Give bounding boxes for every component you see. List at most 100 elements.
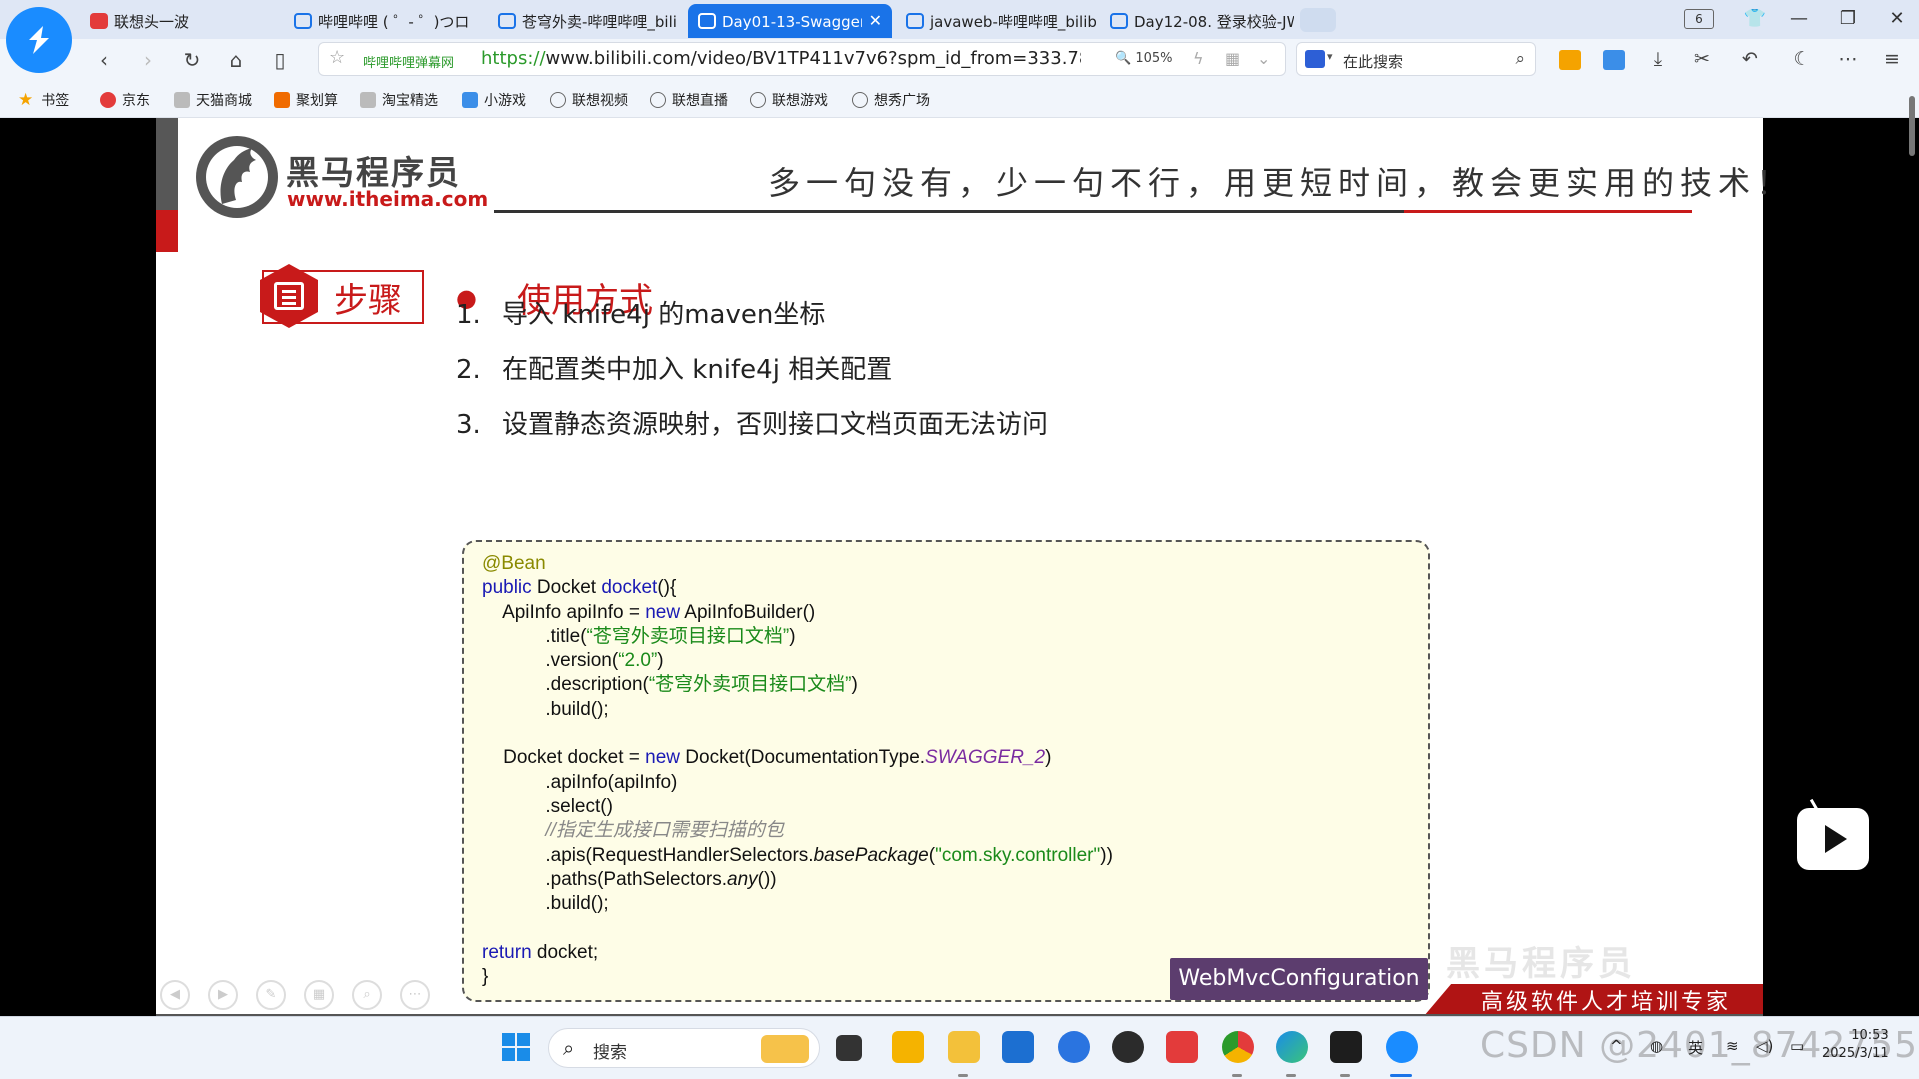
search-icon[interactable]: ⌕ [1515,49,1525,69]
bookmark-games[interactable]: 小游戏 [462,90,526,110]
running-indicator [958,1074,968,1077]
tab-lenovo[interactable]: 联想头一波 [80,4,270,38]
code-keyword: return [482,941,532,963]
code-string: "com.sky.controller" [935,844,1101,866]
code-token: Docket [531,577,602,599]
send-icon[interactable] [1600,45,1628,73]
system-clock[interactable]: 10:53 2025/3/11 [1822,1027,1889,1063]
tab-cangqiong[interactable]: 苍穹外卖-哔哩哔哩_bilibili [488,4,678,38]
prev-slide-icon[interactable]: ◀ [160,980,190,1010]
tab-bilibili-home[interactable]: 哔哩哔哩 ( ゜- ゜)つロ 干杯~ [284,4,474,38]
zoom-icon[interactable]: ⌕ [352,980,382,1010]
chrome-icon[interactable] [1222,1031,1254,1063]
lightning-icon[interactable]: ϟ [1193,49,1204,68]
search-input[interactable]: 在此搜索 [1343,51,1403,72]
wps-icon[interactable] [1166,1031,1198,1063]
url-scheme: https:// [481,48,546,69]
bookmark-label: 书签 [41,93,70,109]
document-icon [274,282,304,310]
restore-button[interactable]: ❐ [1833,6,1863,32]
bookmark-lenovo-video[interactable]: 联想视频 [550,90,628,110]
tray-app-icon[interactable]: ◍ [1650,1037,1663,1055]
night-mode-icon[interactable]: ☾ [1788,45,1816,73]
shirt-skin-icon[interactable]: 👕 [1740,6,1770,32]
wifi-icon[interactable]: ≋ [1726,1037,1739,1055]
ime-indicator[interactable]: 英 [1688,1037,1703,1058]
code-token: ) [657,650,664,672]
pen-icon[interactable]: ✎ [256,980,286,1010]
reader-mode-icon[interactable]: ▯ [266,46,294,74]
next-slide-icon[interactable]: ▶ [208,980,238,1010]
bookmark-label: 淘宝精选 [382,93,438,109]
taskbar-search[interactable]: ⌕ 搜索 [548,1028,820,1068]
qr-code-icon[interactable]: ▦ [1225,49,1240,68]
more-options-icon[interactable]: ⋯ [400,980,430,1010]
penguin-app-icon[interactable] [1112,1031,1144,1063]
step-item-2: 2. 在配置类中加入 knife4j 相关配置 [456,349,892,386]
extension-orange-icon[interactable] [1556,45,1584,73]
browser-tab-bar: 联想头一波 哔哩哔哩 ( ゜- ゜)つロ 干杯~ 苍穹外卖-哔哩哔哩_bilib… [0,0,1919,73]
step-text: 导入 knife4j 的maven坐标 [502,300,826,330]
code-method: docket [601,577,658,599]
task-view-icon[interactable] [836,1035,862,1061]
bookmark-taobao[interactable]: 淘宝精选 [360,90,438,110]
tab-swagger-active[interactable]: Day01-13-Swagger_介绍 ✕ [688,4,892,38]
bookmark-lenovo-games[interactable]: 联想游戏 [750,90,828,110]
bookmark-jd[interactable]: 京东 [100,90,150,110]
slides-grid-icon[interactable]: ▦ [304,980,334,1010]
bookmark-star[interactable]: ★ 书签 [18,90,69,110]
new-tab-button[interactable] [1300,8,1336,32]
more-icon[interactable]: ⋯ [1834,45,1862,73]
tab-day12[interactable]: Day12-08. 登录校验-JWT令 [1100,4,1294,38]
close-tab-icon[interactable]: ✕ [869,11,882,30]
baidu-paw-icon[interactable] [1305,50,1325,68]
bookmark-lenovo-live[interactable]: 联想直播 [650,90,728,110]
file-explorer-icon[interactable] [948,1031,980,1063]
tab-count-badge[interactable]: 6 [1684,9,1714,29]
code-keyword: new [645,601,681,623]
chevron-down-icon[interactable]: ⌄ [1257,49,1270,68]
minimize-button[interactable]: — [1784,6,1814,32]
browser-logo-icon[interactable] [6,7,72,73]
video-player[interactable]: 黑马程序员 www.itheima.com 多一句没有，少一句不行，用更短时间，… [0,118,1919,1025]
reload-icon[interactable]: ↻ [178,46,206,74]
bookmark-tmall[interactable]: 天猫商城 [174,90,252,110]
intellij-icon[interactable] [1330,1031,1362,1063]
forward-icon[interactable]: › [134,46,162,74]
code-token: (){ [657,577,677,599]
engine-dropdown-icon[interactable]: ▾ [1327,50,1333,63]
undo-icon[interactable]: ↶ [1736,45,1764,73]
zoom-indicator[interactable]: 🔍 105% [1115,51,1173,66]
search-box[interactable]: ▾ 在此搜索 ⌕ [1296,42,1536,76]
scissors-icon[interactable]: ✂ [1688,45,1716,73]
bookmark-label: 小游戏 [484,93,526,109]
edge-icon[interactable] [1276,1031,1308,1063]
volume-icon[interactable]: ◁) [1756,1037,1773,1055]
page-scrollbar[interactable] [1909,96,1915,156]
back-icon[interactable]: ‹ [90,46,118,74]
url-input[interactable]: https://www.bilibili.com/video/BV1TP411v… [481,48,1081,69]
url-path: www.bilibili.com/video/BV1TP411v7v6?spm_… [545,48,1081,69]
home-icon[interactable]: ⌂ [222,46,250,74]
lenovo-app-icon[interactable] [1058,1031,1090,1063]
app-grid-icon[interactable] [892,1031,924,1063]
battery-icon[interactable]: ▭ [1790,1037,1804,1055]
download-icon[interactable]: ⤓ [1644,45,1672,73]
star-icon[interactable]: ☆ [329,47,345,68]
windows-start-icon[interactable] [500,1031,532,1063]
close-window-button[interactable]: ✕ [1882,6,1912,32]
bilibili-tab-icon [1110,13,1128,29]
slide-slogan: 多一句没有，少一句不行，用更短时间，教会更实用的技术！ [768,164,1795,202]
search-highlight-icon [761,1035,809,1063]
tray-chevron-icon[interactable]: ^ [1610,1037,1623,1055]
bookmark-juhuasuan[interactable]: 聚划算 [274,90,338,110]
tab-javaweb[interactable]: javaweb-哔哩哔哩_bilibili [896,4,1096,38]
step-item-1: 1. 导入 knife4j 的maven坐标 [456,294,825,331]
bilibili-tv-play-icon[interactable] [1797,808,1869,870]
menu-icon[interactable]: ≡ [1878,45,1906,73]
address-bar[interactable]: ☆ 哔哩哔哩弹幕网 https://www.bilibili.com/video… [318,42,1286,76]
microsoft-store-icon[interactable] [1002,1031,1034,1063]
bookmark-xiangxiu[interactable]: 想秀广场 [852,90,930,110]
browser-taskbar-icon[interactable] [1386,1031,1418,1063]
code-string: “苍穹外卖项目接口文档” [648,674,852,696]
